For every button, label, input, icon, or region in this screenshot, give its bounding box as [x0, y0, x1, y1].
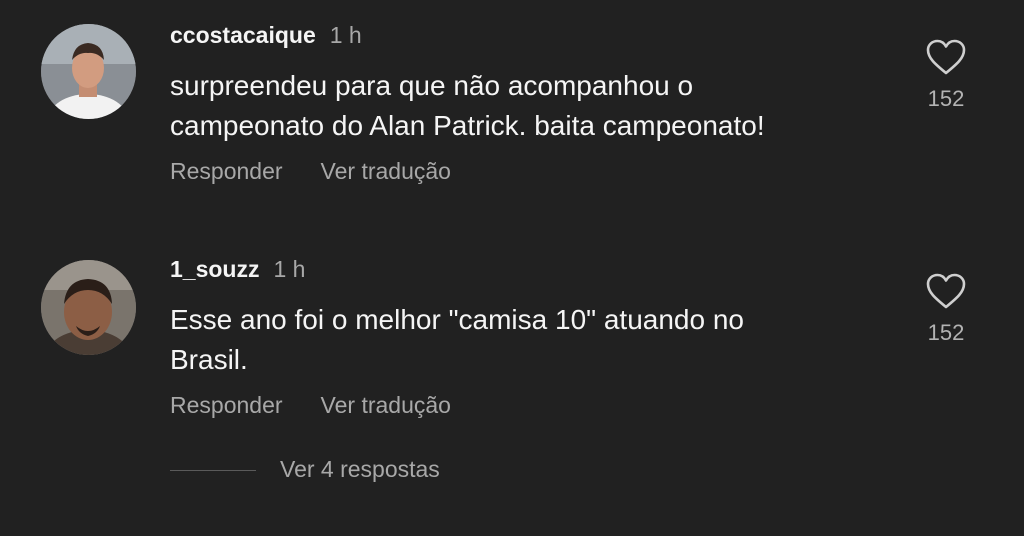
- comment-text-line: surpreendeu para que não acompanhou o: [170, 70, 694, 101]
- reply-button[interactable]: Responder: [170, 158, 283, 184]
- heart-icon[interactable]: [925, 272, 967, 310]
- see-translation-button[interactable]: Ver tradução: [321, 392, 451, 418]
- see-translation-button[interactable]: Ver tradução: [321, 158, 451, 184]
- comment-actions: Responder Ver tradução: [170, 392, 489, 419]
- comment-text: surpreendeu para que não acompanhou o ca…: [170, 66, 890, 146]
- comment-header: ccostacaique 1 h: [170, 22, 362, 49]
- username[interactable]: ccostacaique: [170, 22, 316, 48]
- timestamp: 1 h: [273, 256, 306, 282]
- view-replies-row: Ver 4 respostas: [170, 456, 570, 488]
- like-control: 152: [918, 38, 974, 112]
- comment-text: Esse ano foi o melhor "camisa 10" atuand…: [170, 300, 890, 380]
- comment-item: 1_souzz 1 h Esse ano foi o melhor "camisa…: [0, 256, 1024, 436]
- reply-button[interactable]: Responder: [170, 392, 283, 418]
- username[interactable]: 1_souzz: [170, 256, 259, 282]
- avatar[interactable]: [41, 24, 136, 119]
- replies-divider: [170, 470, 256, 471]
- timestamp: 1 h: [329, 22, 362, 48]
- comment-text-line: Esse ano foi o melhor "camisa 10" atuand…: [170, 304, 744, 335]
- like-control: 152: [918, 272, 974, 346]
- heart-icon[interactable]: [925, 38, 967, 76]
- comment-item: ccostacaique 1 h surpreendeu para que não…: [0, 22, 1024, 202]
- comment-actions: Responder Ver tradução: [170, 158, 489, 185]
- comment-text-line: Brasil.: [170, 344, 248, 375]
- comment-text-line: campeonato do Alan Patrick. baita campeo…: [170, 110, 765, 141]
- like-count: 152: [927, 86, 965, 111]
- comment-header: 1_souzz 1 h: [170, 256, 305, 283]
- like-count: 152: [927, 320, 965, 345]
- view-replies-button[interactable]: Ver 4 respostas: [280, 456, 440, 483]
- avatar[interactable]: [41, 260, 136, 355]
